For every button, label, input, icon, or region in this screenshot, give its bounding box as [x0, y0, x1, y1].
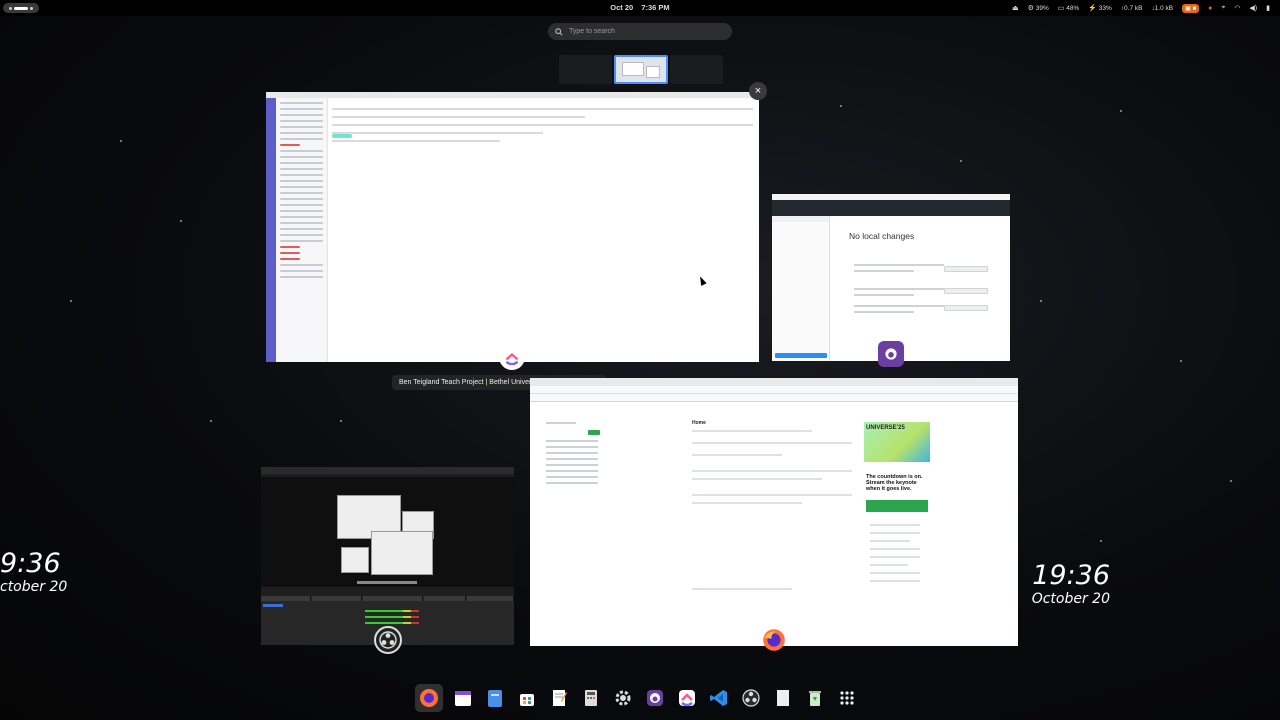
microphone-icon[interactable]: ●	[1208, 5, 1212, 12]
upload-indicator[interactable]: ↑0.7 kB	[1121, 5, 1143, 12]
calculator-icon[interactable]	[579, 686, 603, 710]
calendar-icon[interactable]	[451, 686, 475, 710]
trash-icon[interactable]	[803, 686, 827, 710]
panel-time: 7:36 PM	[641, 3, 670, 12]
system-tray: ⏏ ⚙ 39% ▭ 48% ⚡ 33% ↑0.7 kB ↓1.0 kB ▣ ■ …	[1012, 2, 1270, 14]
app-grid-icon[interactable]	[835, 686, 859, 710]
workspace-thumbnail-1[interactable]	[559, 55, 613, 84]
vscode-icon[interactable]	[707, 686, 731, 710]
workspace-thumbnail-2[interactable]	[614, 55, 668, 84]
github-desktop-window-preview[interactable]: No local changes	[772, 194, 1010, 361]
wifi-icon[interactable]: ◠	[1234, 4, 1240, 12]
volume-icon[interactable]: ◀)	[1249, 4, 1257, 12]
workspace-thumbnail-3[interactable]	[669, 55, 723, 84]
firefox-icon[interactable]	[415, 684, 443, 712]
obs-window-preview[interactable]	[261, 467, 514, 645]
blank-document-icon[interactable]	[771, 686, 795, 710]
panel-date: Oct 20	[610, 3, 634, 12]
settings-icon[interactable]	[611, 686, 635, 710]
desktop-clock-time: 9:36	[0, 548, 61, 579]
clickup-icon	[499, 344, 525, 370]
temp-indicator[interactable]: ⚡ 33%	[1088, 4, 1112, 12]
github-desktop-icon	[878, 341, 904, 367]
recording-indicator[interactable]: ▣ ■	[1182, 3, 1200, 13]
workspace-switcher	[559, 55, 723, 84]
github-home-heading: Home	[692, 420, 706, 426]
desktop-clock-date: ctober 20	[0, 579, 68, 595]
location-icon[interactable]: ⌖	[1221, 4, 1225, 12]
software-store-icon[interactable]	[515, 686, 539, 710]
search-icon	[555, 27, 563, 36]
battery-icon[interactable]: ▮	[1266, 4, 1270, 12]
desktop-clock-widget-left: 9:36 ctober 20	[0, 548, 67, 595]
countdown-text: The countdown is on. Stream the keynote …	[866, 474, 923, 492]
notification-icon[interactable]: ⏏	[1012, 4, 1019, 12]
cpu-indicator[interactable]: ⚙ 39%	[1028, 4, 1049, 12]
clickup-window-preview[interactable]	[266, 92, 759, 362]
obs-icon	[374, 626, 402, 654]
github-desktop-icon[interactable]	[643, 686, 667, 710]
files-icon[interactable]	[483, 686, 507, 710]
join-keynote-button[interactable]	[866, 500, 928, 512]
firefox-window-preview[interactable]: Home UNIVERSE'25 The countdown is on. St…	[530, 378, 1018, 646]
activities-button[interactable]	[3, 3, 39, 13]
text-editor-icon[interactable]	[547, 686, 571, 710]
search-input[interactable]	[569, 28, 719, 35]
top-panel: Oct 20 7:36 PM ⏏ ⚙ 39% ▭ 48% ⚡ 33% ↑0.7 …	[0, 0, 1280, 16]
dash-dock	[411, 682, 869, 714]
download-indicator[interactable]: ↓1.0 kB	[1151, 5, 1173, 12]
clickup-icon[interactable]	[675, 686, 699, 710]
panel-clock[interactable]: Oct 20 7:36 PM	[600, 3, 680, 12]
obs-icon[interactable]	[739, 686, 763, 710]
close-window-button[interactable]: ×	[749, 82, 767, 100]
desktop-clock-widget-right: 19:36 October 20	[1020, 560, 1110, 607]
memory-indicator[interactable]: ▭ 48%	[1058, 4, 1079, 12]
universe-title: UNIVERSE'25	[866, 425, 905, 431]
no-local-changes-heading: No local changes	[849, 231, 915, 241]
desktop-clock-date: October 20	[1031, 591, 1110, 607]
desktop-clock-time: 19:36	[1032, 560, 1110, 591]
overview-search[interactable]	[548, 23, 732, 40]
firefox-icon	[761, 627, 787, 653]
